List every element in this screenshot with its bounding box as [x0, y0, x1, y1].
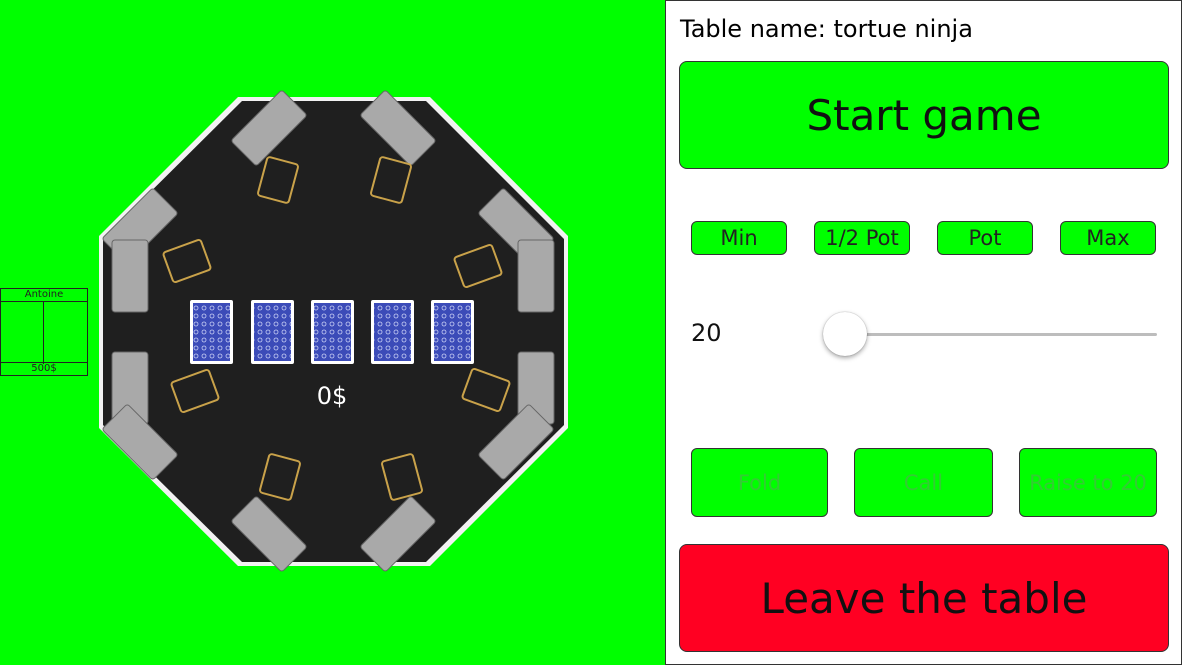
poker-table: [99, 90, 568, 572]
bet-amount-label: 20: [691, 319, 722, 347]
player-seat: Antoine 500$: [0, 288, 88, 376]
game-area: 0$ Antoine 500$: [0, 0, 665, 665]
call-button[interactable]: Call: [854, 448, 993, 517]
player-card-2: [44, 301, 87, 364]
bet-slider-track[interactable]: [846, 333, 1157, 336]
bet-max-button[interactable]: Max: [1060, 221, 1156, 255]
bet-pot-button[interactable]: Pot: [937, 221, 1033, 255]
bet-min-button[interactable]: Min: [691, 221, 787, 255]
community-cards: [190, 300, 474, 364]
start-game-button[interactable]: Start game: [679, 61, 1169, 169]
bet-slider-thumb[interactable]: [823, 312, 867, 356]
bet-half-pot-button[interactable]: 1/2 Pot: [814, 221, 910, 255]
raise-button[interactable]: Raise to 20: [1019, 448, 1157, 517]
fold-button[interactable]: Fold: [691, 448, 828, 517]
leave-table-button[interactable]: Leave the table: [679, 544, 1169, 652]
player-stack: 500$: [1, 362, 87, 375]
pot-amount: 0$: [316, 382, 348, 410]
table-name: Table name: tortue ninja: [680, 15, 973, 43]
player-card-1: [1, 301, 44, 364]
control-panel: Table name: tortue ninja Start game Min …: [665, 0, 1182, 665]
